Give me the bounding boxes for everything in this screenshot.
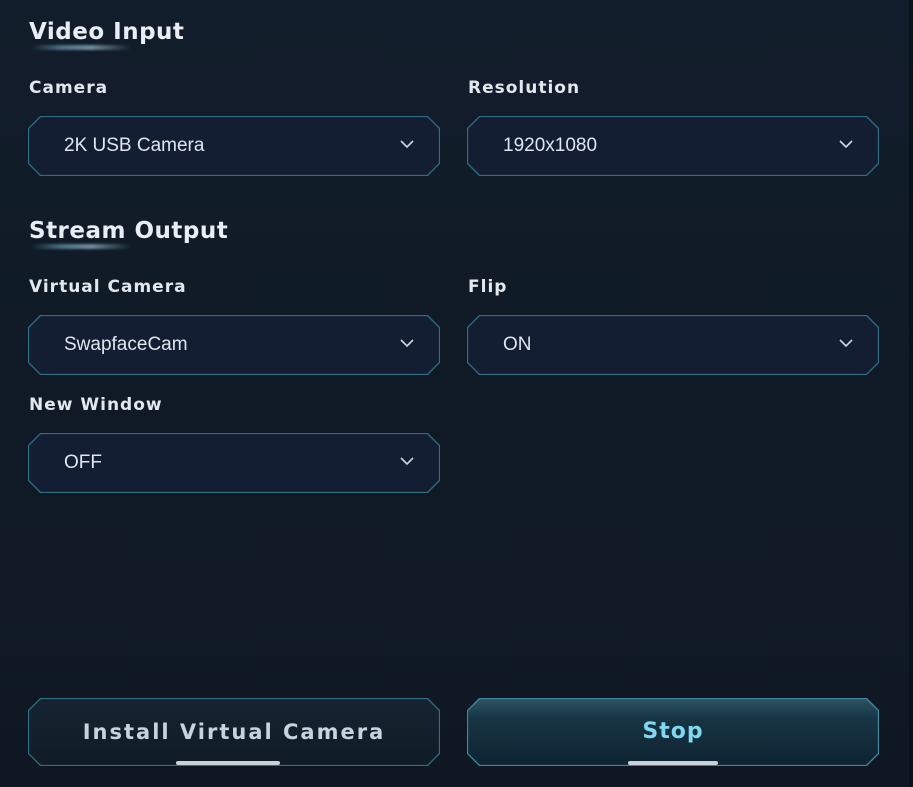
new-window-label: New Window: [29, 395, 163, 415]
resolution-label: Resolution: [468, 78, 581, 98]
chevron-down-icon: [400, 140, 414, 149]
flip-select-value: ON: [503, 334, 532, 355]
new-window-select-value: OFF: [64, 452, 102, 473]
button-grip-bar: [628, 761, 718, 765]
chevron-down-icon: [400, 339, 414, 348]
button-grip-bar: [176, 761, 280, 765]
new-window-select[interactable]: OFF: [28, 433, 440, 493]
chevron-down-icon: [400, 457, 414, 466]
resolution-select[interactable]: 1920x1080: [467, 116, 879, 176]
flip-label: Flip: [468, 277, 508, 297]
section-title-underline: [31, 244, 131, 249]
section-title-video-input: Video Input: [29, 18, 185, 50]
section-title-video-input-text: Video Input: [29, 19, 185, 45]
install-virtual-camera-label: Install Virtual Camera: [82, 720, 386, 744]
window-edge: [909, 0, 913, 787]
virtual-camera-select[interactable]: SwapfaceCam: [28, 315, 440, 375]
camera-label: Camera: [29, 78, 109, 98]
section-title-underline: [31, 45, 131, 50]
virtual-camera-label: Virtual Camera: [29, 277, 187, 297]
section-title-stream-output-text: Stream Output: [29, 218, 229, 244]
chevron-down-icon: [839, 339, 853, 348]
camera-select-value: 2K USB Camera: [64, 135, 205, 156]
resolution-select-value: 1920x1080: [503, 135, 598, 156]
chevron-down-icon: [839, 140, 853, 149]
stop-label: Stop: [642, 719, 704, 744]
camera-select[interactable]: 2K USB Camera: [28, 116, 440, 176]
section-title-stream-output: Stream Output: [29, 217, 229, 249]
stop-button[interactable]: Stop: [467, 698, 879, 766]
install-virtual-camera-button[interactable]: Install Virtual Camera: [28, 698, 440, 766]
virtual-camera-select-value: SwapfaceCam: [64, 334, 188, 355]
flip-select[interactable]: ON: [467, 315, 879, 375]
